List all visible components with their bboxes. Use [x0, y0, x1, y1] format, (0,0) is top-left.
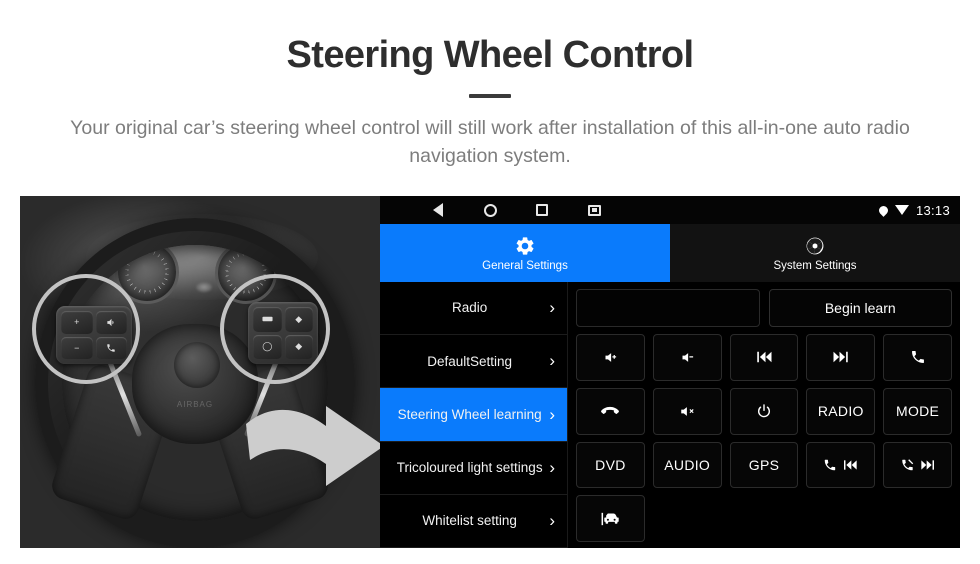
- pointer-arrow: [238, 394, 380, 504]
- steering-wheel-learning-panel: Begin learn RADIO MODE DVD AUDIO GPS: [568, 282, 960, 548]
- steering-wheel-photo: AIRBAG + − ◆ ◯ ◆: [20, 196, 380, 548]
- power-icon: [756, 403, 772, 419]
- phone-hangup-icon: [600, 404, 620, 418]
- screenshot-icon[interactable]: [586, 202, 602, 218]
- menu-item-label: Radio: [452, 300, 488, 316]
- menu-item-label: DefaultSetting: [427, 353, 513, 369]
- previous-track-key[interactable]: [729, 334, 799, 381]
- car-front-icon: [600, 511, 620, 527]
- android-status-bar: 13:13: [380, 196, 960, 224]
- wifi-icon: [894, 205, 909, 215]
- radio-key[interactable]: RADIO: [806, 387, 876, 435]
- chevron-right-icon: ›: [549, 404, 555, 424]
- mode-key[interactable]: MODE: [883, 387, 952, 435]
- speaker-plus-icon: [603, 350, 618, 365]
- status-indicators: 13:13: [877, 202, 950, 218]
- android-nav-bar: [390, 202, 602, 218]
- answer-call-key[interactable]: [883, 334, 952, 381]
- dvd-key[interactable]: DVD: [576, 441, 645, 489]
- status-clock: 13:13: [915, 202, 950, 218]
- menu-item-defaultsetting[interactable]: DefaultSetting ›: [380, 335, 567, 389]
- gear-icon: [514, 235, 536, 257]
- settings-menu: Radio › DefaultSetting › Steering Wheel …: [380, 282, 568, 549]
- menu-item-label: Tricoloured light settings: [396, 459, 543, 475]
- chevron-right-icon: ›: [549, 298, 555, 318]
- head-unit-screen: 13:13 General Settings System Settings R…: [380, 196, 960, 549]
- phone-previous-icon: [823, 458, 858, 472]
- mute-key[interactable]: [652, 387, 722, 435]
- menu-item-tricoloured-light-settings[interactable]: Tricoloured light settings ›: [380, 442, 567, 495]
- call-previous-key[interactable]: [806, 441, 876, 489]
- volume-down-key[interactable]: [652, 334, 722, 381]
- next-track-key[interactable]: [806, 334, 876, 381]
- car-info-key[interactable]: [576, 495, 645, 542]
- hangup-call-key[interactable]: [576, 387, 645, 435]
- volume-up-key[interactable]: [576, 334, 645, 381]
- phone-off-next-icon: [900, 458, 936, 472]
- chevron-right-icon: ›: [549, 457, 555, 477]
- menu-item-label: Whitelist setting: [422, 513, 517, 529]
- next-icon: [832, 350, 850, 364]
- horn-pad: [174, 342, 220, 388]
- menu-item-radio[interactable]: Radio ›: [380, 282, 567, 336]
- shutter-icon: [804, 235, 826, 257]
- home-icon[interactable]: [482, 202, 498, 218]
- highlight-circle-left: [32, 274, 140, 384]
- content-strip: AIRBAG + − ◆ ◯ ◆ 13:13 General Settings …: [20, 196, 960, 549]
- tab-general-settings-label: General Settings: [482, 259, 568, 272]
- function-key-grid: RADIO MODE DVD AUDIO GPS: [576, 334, 952, 542]
- phone-icon: [910, 349, 926, 365]
- location-pin-icon: [877, 203, 890, 217]
- menu-item-whitelist-setting[interactable]: Whitelist setting ›: [380, 495, 567, 549]
- page-subtitle: Your original car’s steering wheel contr…: [70, 116, 910, 167]
- tab-system-settings[interactable]: System Settings: [670, 224, 960, 282]
- audio-key[interactable]: AUDIO: [652, 441, 722, 489]
- power-key[interactable]: [729, 387, 799, 435]
- page-title: Steering Wheel Control: [286, 34, 695, 76]
- menu-item-label: Steering Wheel learning: [397, 406, 542, 422]
- settings-body: Radio › DefaultSetting › Steering Wheel …: [380, 282, 960, 549]
- speaker-minus-icon: [680, 350, 695, 365]
- highlight-circle-right: [220, 274, 330, 384]
- back-icon[interactable]: [430, 202, 446, 218]
- tab-general-settings[interactable]: General Settings: [380, 224, 670, 282]
- settings-tabs: General Settings System Settings: [380, 224, 960, 282]
- panel-top-row: Begin learn: [576, 289, 952, 327]
- previous-icon: [755, 350, 773, 364]
- speaker-mute-icon: [679, 404, 696, 419]
- begin-learn-button[interactable]: Begin learn: [768, 289, 952, 327]
- page-header: Steering Wheel Control Your original car…: [0, 0, 980, 170]
- gps-key[interactable]: GPS: [729, 441, 799, 489]
- chevron-right-icon: ›: [549, 351, 555, 371]
- title-divider: [469, 93, 511, 98]
- learn-status-field[interactable]: [576, 289, 760, 327]
- airbag-label: AIRBAG: [176, 400, 214, 409]
- tab-system-settings-label: System Settings: [773, 259, 857, 272]
- chevron-right-icon: ›: [549, 510, 555, 530]
- recents-icon[interactable]: [534, 202, 550, 218]
- menu-item-steering-wheel-learning[interactable]: Steering Wheel learning ›: [380, 388, 567, 442]
- hangup-next-key[interactable]: [883, 441, 952, 489]
